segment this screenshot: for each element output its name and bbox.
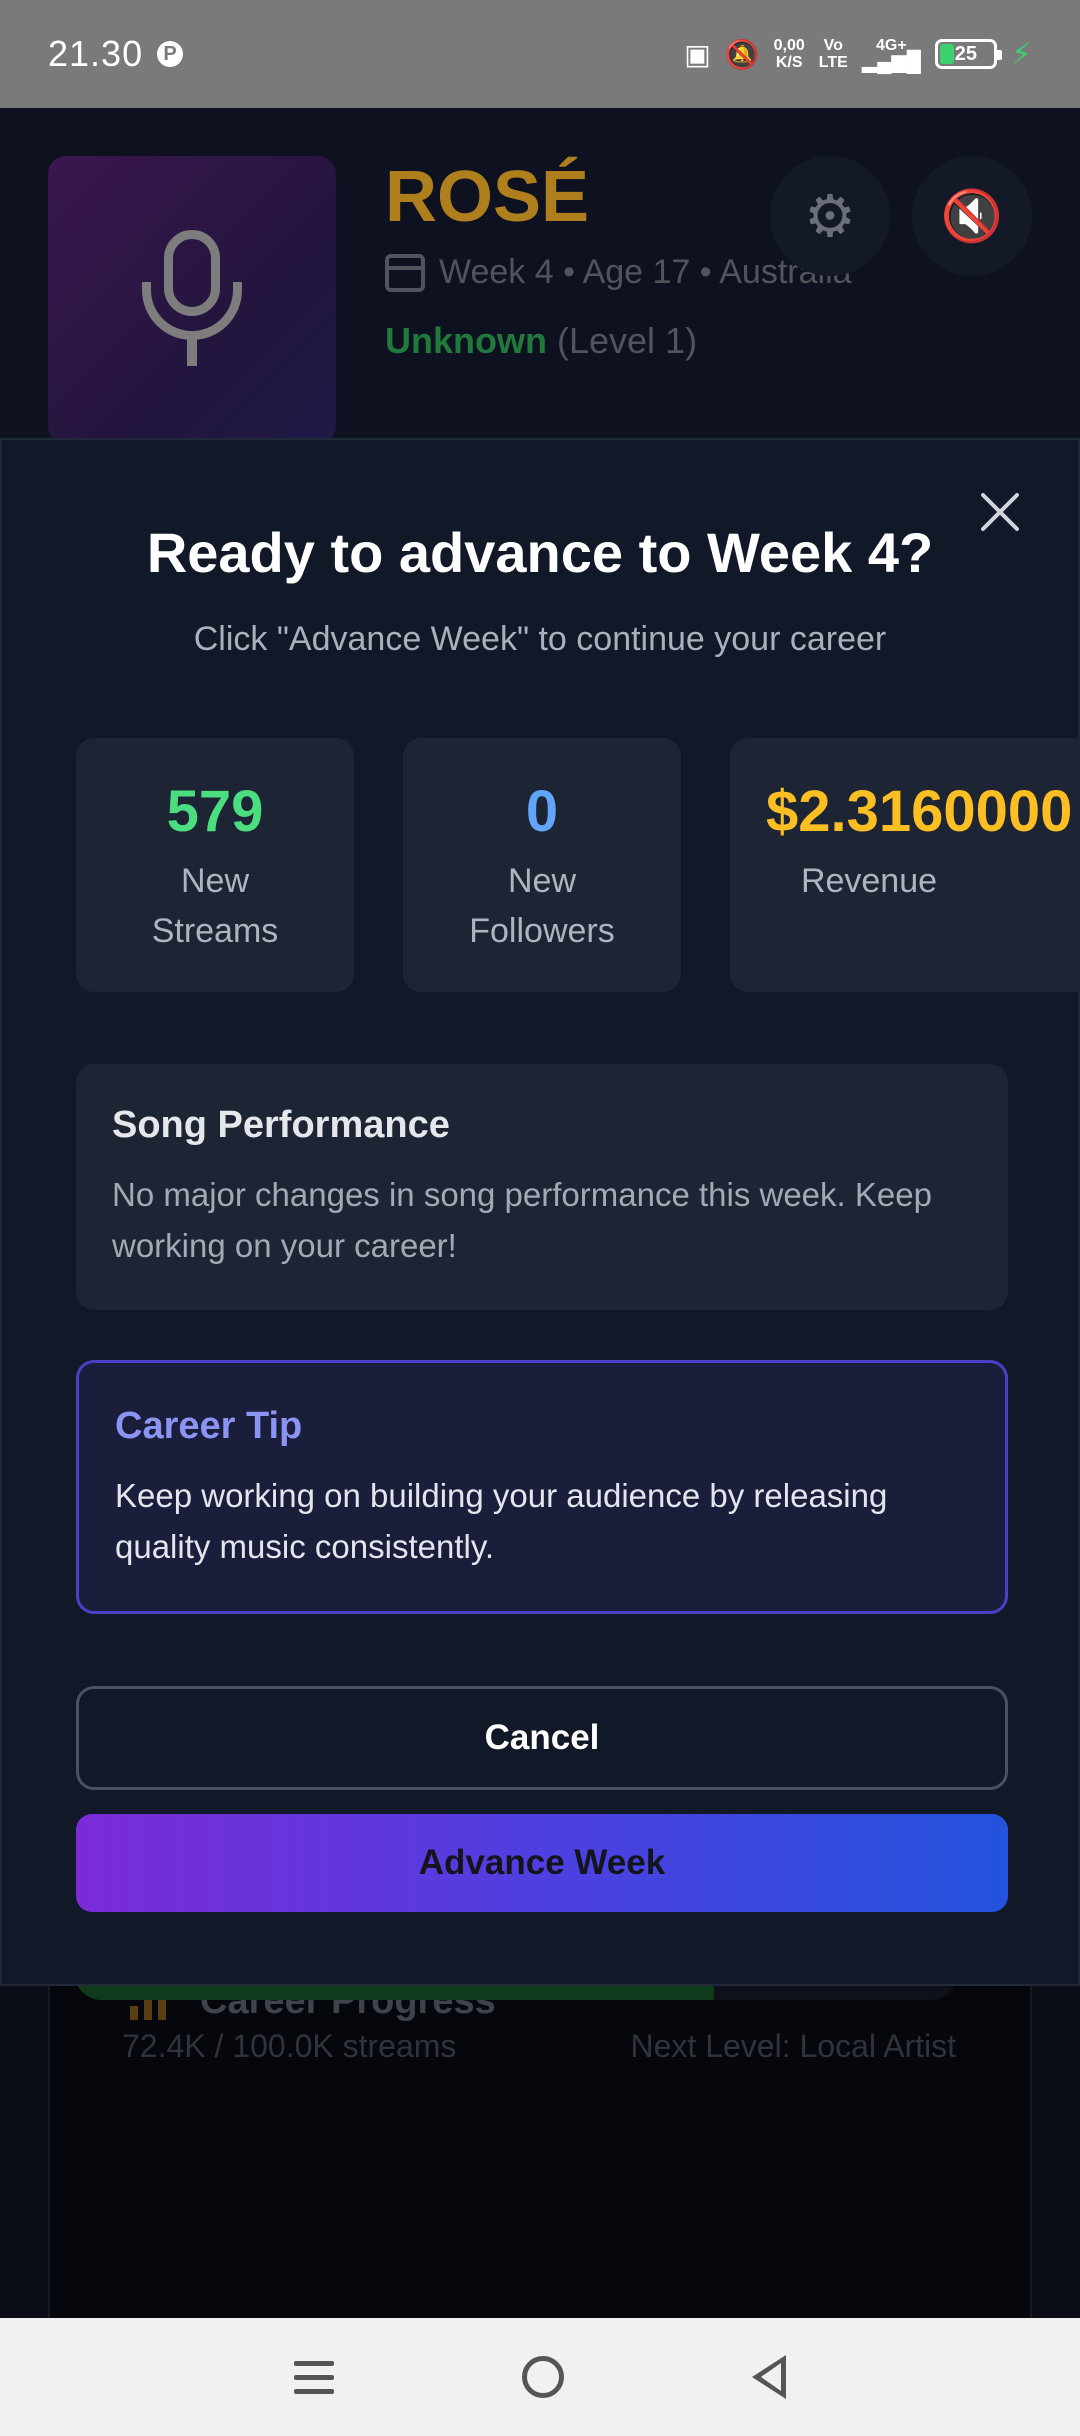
career-tip-body: Keep working on building your audience b… bbox=[115, 1477, 888, 1565]
cancel-button[interactable]: Cancel bbox=[76, 1686, 1008, 1790]
career-progress-next-level: Next Level: Local Artist bbox=[630, 2028, 956, 2064]
nfc-icon: ▣ bbox=[684, 38, 711, 70]
artist-header: ROSÉ Week 4 • Age 17 • Australia Unknown… bbox=[0, 108, 1080, 444]
status-time: 21.30 bbox=[48, 33, 144, 74]
system-nav-bar bbox=[0, 2318, 1080, 2436]
back-icon[interactable] bbox=[752, 2355, 786, 2399]
stat-label: New Streams bbox=[151, 862, 279, 950]
career-tip-title: Career Tip bbox=[115, 1405, 303, 1447]
advance-week-dialog: Ready to advance to Week 4? Click "Advan… bbox=[0, 438, 1080, 1986]
song-performance-body: No major changes in song performance thi… bbox=[112, 1176, 932, 1264]
signal-indicator: 4G+ ▂▄▆█ bbox=[861, 37, 921, 73]
net-rate-unit: K/S bbox=[775, 54, 803, 71]
song-performance-card: Song Performance No major changes in son… bbox=[76, 1064, 1008, 1310]
stat-label: Revenue bbox=[800, 862, 938, 900]
stat-new-streams: 579 New Streams bbox=[76, 738, 354, 992]
status-label: Unknown bbox=[385, 320, 547, 361]
bell-muted-icon: 🔕 bbox=[724, 38, 760, 70]
status-level: (Level 1) bbox=[557, 320, 698, 361]
career-progress-streams: 72.4K / 100.0K streams bbox=[122, 2028, 457, 2064]
status-icons: ▣ 🔕 0,00 K/S Vo LTE 4G+ ▂▄▆█ 25 ⚡ bbox=[684, 37, 1032, 72]
stat-label: New Followers bbox=[469, 862, 615, 950]
stat-revenue: $2.3160000 Revenue bbox=[730, 738, 1080, 992]
network-rate: 0,00 K/S bbox=[774, 37, 805, 71]
signal-bars-icon: ▂▄▆█ bbox=[861, 51, 921, 73]
volte-indicator: Vo LTE bbox=[819, 37, 848, 71]
volte-bottom: LTE bbox=[818, 54, 848, 71]
stat-value: 0 bbox=[525, 779, 559, 844]
mute-speaker-icon: 🔇 bbox=[940, 187, 1004, 244]
battery-icon: 25 bbox=[934, 39, 1002, 69]
gear-icon: ⚙ bbox=[804, 184, 856, 249]
career-tip-card: Career Tip Keep working on building your… bbox=[76, 1360, 1008, 1614]
parking-app-icon: P bbox=[157, 41, 184, 67]
artist-avatar bbox=[48, 156, 336, 444]
battery-level: 25 bbox=[954, 42, 978, 65]
net-rate-value: 0,00 bbox=[773, 37, 805, 54]
charging-bolt-icon: ⚡ bbox=[1010, 37, 1032, 71]
microphone-icon bbox=[142, 230, 242, 370]
recent-apps-icon[interactable] bbox=[294, 2360, 334, 2394]
artist-name: ROSÉ bbox=[385, 157, 590, 237]
advance-week-button[interactable]: Advance Week bbox=[76, 1814, 1008, 1912]
stat-value: 579 bbox=[166, 779, 264, 844]
status-bar: 21.30 P ▣ 🔕 0,00 K/S Vo LTE 4G+ ▂▄▆█ 25 … bbox=[0, 0, 1080, 108]
career-progress-card bbox=[48, 1948, 1032, 2358]
mute-button[interactable]: 🔇 bbox=[912, 156, 1032, 276]
artist-status: Unknown (Level 1) bbox=[385, 320, 697, 362]
dialog-title: Ready to advance to Week 4? bbox=[146, 521, 934, 584]
song-performance-title: Song Performance bbox=[112, 1104, 450, 1146]
artist-meta: Week 4 • Age 17 • Australia bbox=[385, 253, 852, 292]
dialog-subtitle: Click "Advance Week" to continue your ca… bbox=[193, 620, 887, 658]
settings-button[interactable]: ⚙ bbox=[770, 156, 890, 276]
volte-top: Vo bbox=[823, 37, 843, 54]
calendar-icon bbox=[385, 253, 425, 292]
stat-value: $2.3160000 bbox=[766, 779, 1073, 844]
home-icon[interactable] bbox=[522, 2356, 564, 2398]
stat-new-followers: 0 New Followers bbox=[403, 738, 681, 992]
